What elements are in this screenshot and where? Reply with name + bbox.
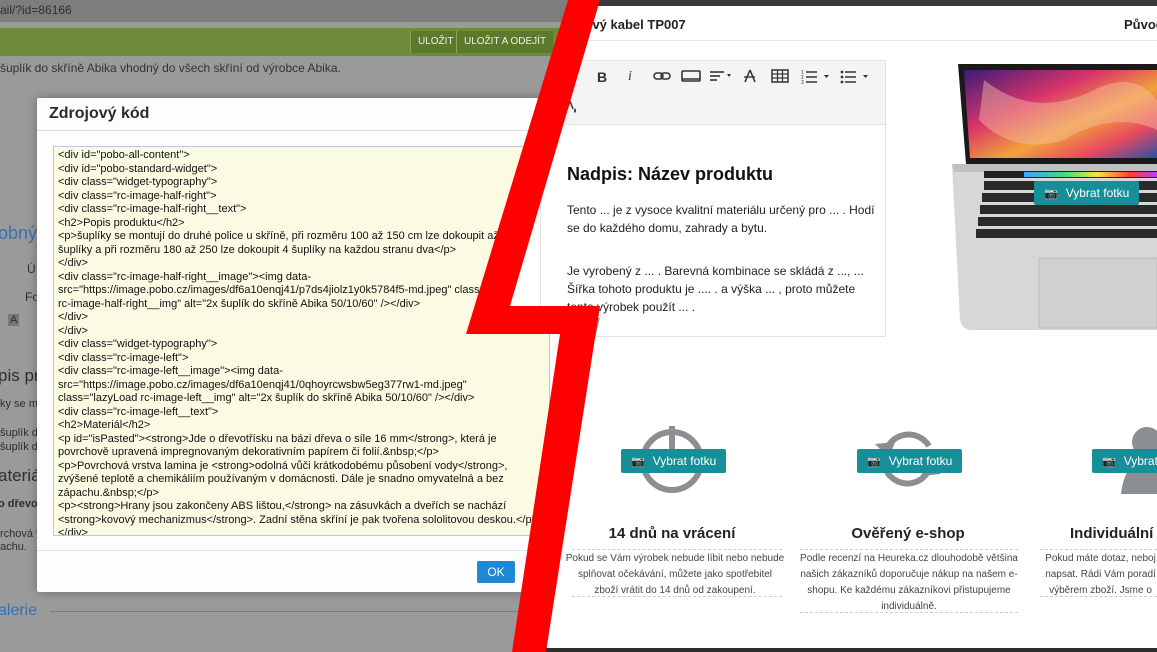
select-photo-button[interactable]: 📷 Vybrat fotku <box>1034 181 1140 205</box>
editor-heading[interactable]: Nadpis: Název produktu <box>567 164 773 185</box>
select-photo-label: Vybrat fotku <box>1065 186 1130 200</box>
feature-title: 14 dnů na vrácení <box>608 525 736 542</box>
select-photo-label: Vybrat <box>1123 454 1157 468</box>
source-code-dialog: Zdrojový kód <div id="pobo-all-content">… <box>37 98 567 592</box>
clear-format-icon[interactable] <box>743 68 757 87</box>
url-text: ail/?id=86166 <box>0 3 72 17</box>
select-photo-button[interactable]: 📷 Vybrat fotku <box>621 449 727 473</box>
save-button[interactable]: ULOŽIT <box>410 31 461 53</box>
camera-icon: 📷 <box>867 456 881 468</box>
svg-text:3: 3 <box>801 80 804 84</box>
divider <box>50 611 530 612</box>
bottom-bar <box>540 648 1157 652</box>
divider <box>572 549 782 550</box>
divider <box>1040 596 1157 597</box>
ok-button[interactable]: OK <box>477 561 515 583</box>
divider <box>37 550 567 551</box>
feature-text: Podle recenzí na Heureka.cz dlouhodobě v… <box>800 553 1018 612</box>
divider <box>37 130 567 131</box>
save-exit-button[interactable]: ULOŽIT A ODEJÍT <box>456 31 554 53</box>
divider <box>800 612 1018 613</box>
bg-text: o dřevo <box>0 498 38 510</box>
bg-text: ky se m <box>0 398 38 410</box>
divider <box>800 549 1018 550</box>
align-icon[interactable] <box>709 68 733 87</box>
italic-icon[interactable]: i <box>628 69 632 85</box>
select-photo-button[interactable]: 📷 Vybrat <box>1092 449 1157 473</box>
camera-icon: 📷 <box>631 456 645 468</box>
feature-text: Pokud máte dotaz, neboj napsat. Rádi Vám… <box>1045 553 1156 596</box>
feature-text: Pokud se Vám výrobek nebude líbit nebo n… <box>565 553 785 596</box>
unordered-list-icon[interactable] <box>840 68 872 87</box>
feature-title: Individuální <box>1070 525 1154 542</box>
select-photo-label: Vybrat fotku <box>888 454 953 468</box>
url-bar: ail/?id=86166 <box>0 0 600 22</box>
feature-title: Ověřený e-shop <box>851 525 965 542</box>
source-code-textarea[interactable]: <div id="pobo-all-content"> <div id="pob… <box>53 146 550 536</box>
close-button[interactable]: Zr <box>527 565 538 579</box>
product-short-description: šuplík do skříně Abika vhodný do všech s… <box>0 61 341 75</box>
divider <box>1040 549 1157 550</box>
ordered-list-icon[interactable]: 123 <box>801 68 831 87</box>
select-photo-label: Vybrat fotku <box>652 454 717 468</box>
camera-icon: 📷 <box>1044 188 1058 200</box>
bg-text: achu. <box>0 541 27 553</box>
divider <box>572 596 782 597</box>
color-icon[interactable] <box>565 99 579 118</box>
bg-text: rchová v <box>0 528 42 540</box>
legacy-admin-panel: ail/?id=86166 ULOŽIT ULOŽIT A ODEJÍT šup… <box>0 0 600 652</box>
bg-text: obný <box>0 223 38 243</box>
link-icon[interactable] <box>653 68 671 87</box>
dialog-title: Zdrojový kód <box>49 105 150 122</box>
rich-text-editor: ¶▼ B i 123 <box>540 60 886 337</box>
image-icon[interactable] <box>681 68 701 87</box>
bg-text: alerie <box>0 602 38 619</box>
table-icon[interactable] <box>771 68 789 87</box>
editor-paragraph[interactable]: Tento ... je z vysoce kvalitní materiálu… <box>567 201 877 237</box>
bg-text: Ú <box>27 262 36 276</box>
bold-icon[interactable]: B <box>597 69 607 85</box>
select-photo-button[interactable]: 📷 Vybrat fotku <box>857 449 963 473</box>
bg-text: šuplík d <box>0 427 38 439</box>
bg-text: šuplík d <box>0 441 38 453</box>
camera-icon: 📷 <box>1102 456 1116 468</box>
divider <box>540 40 1157 41</box>
bg-text: A <box>8 314 20 326</box>
origin-label: Původ <box>1124 17 1157 32</box>
editor-paragraph[interactable]: Je vyrobený z ... . Barevná kombinace se… <box>567 262 877 316</box>
editor-toolbar: ¶▼ B i 123 <box>541 61 885 125</box>
